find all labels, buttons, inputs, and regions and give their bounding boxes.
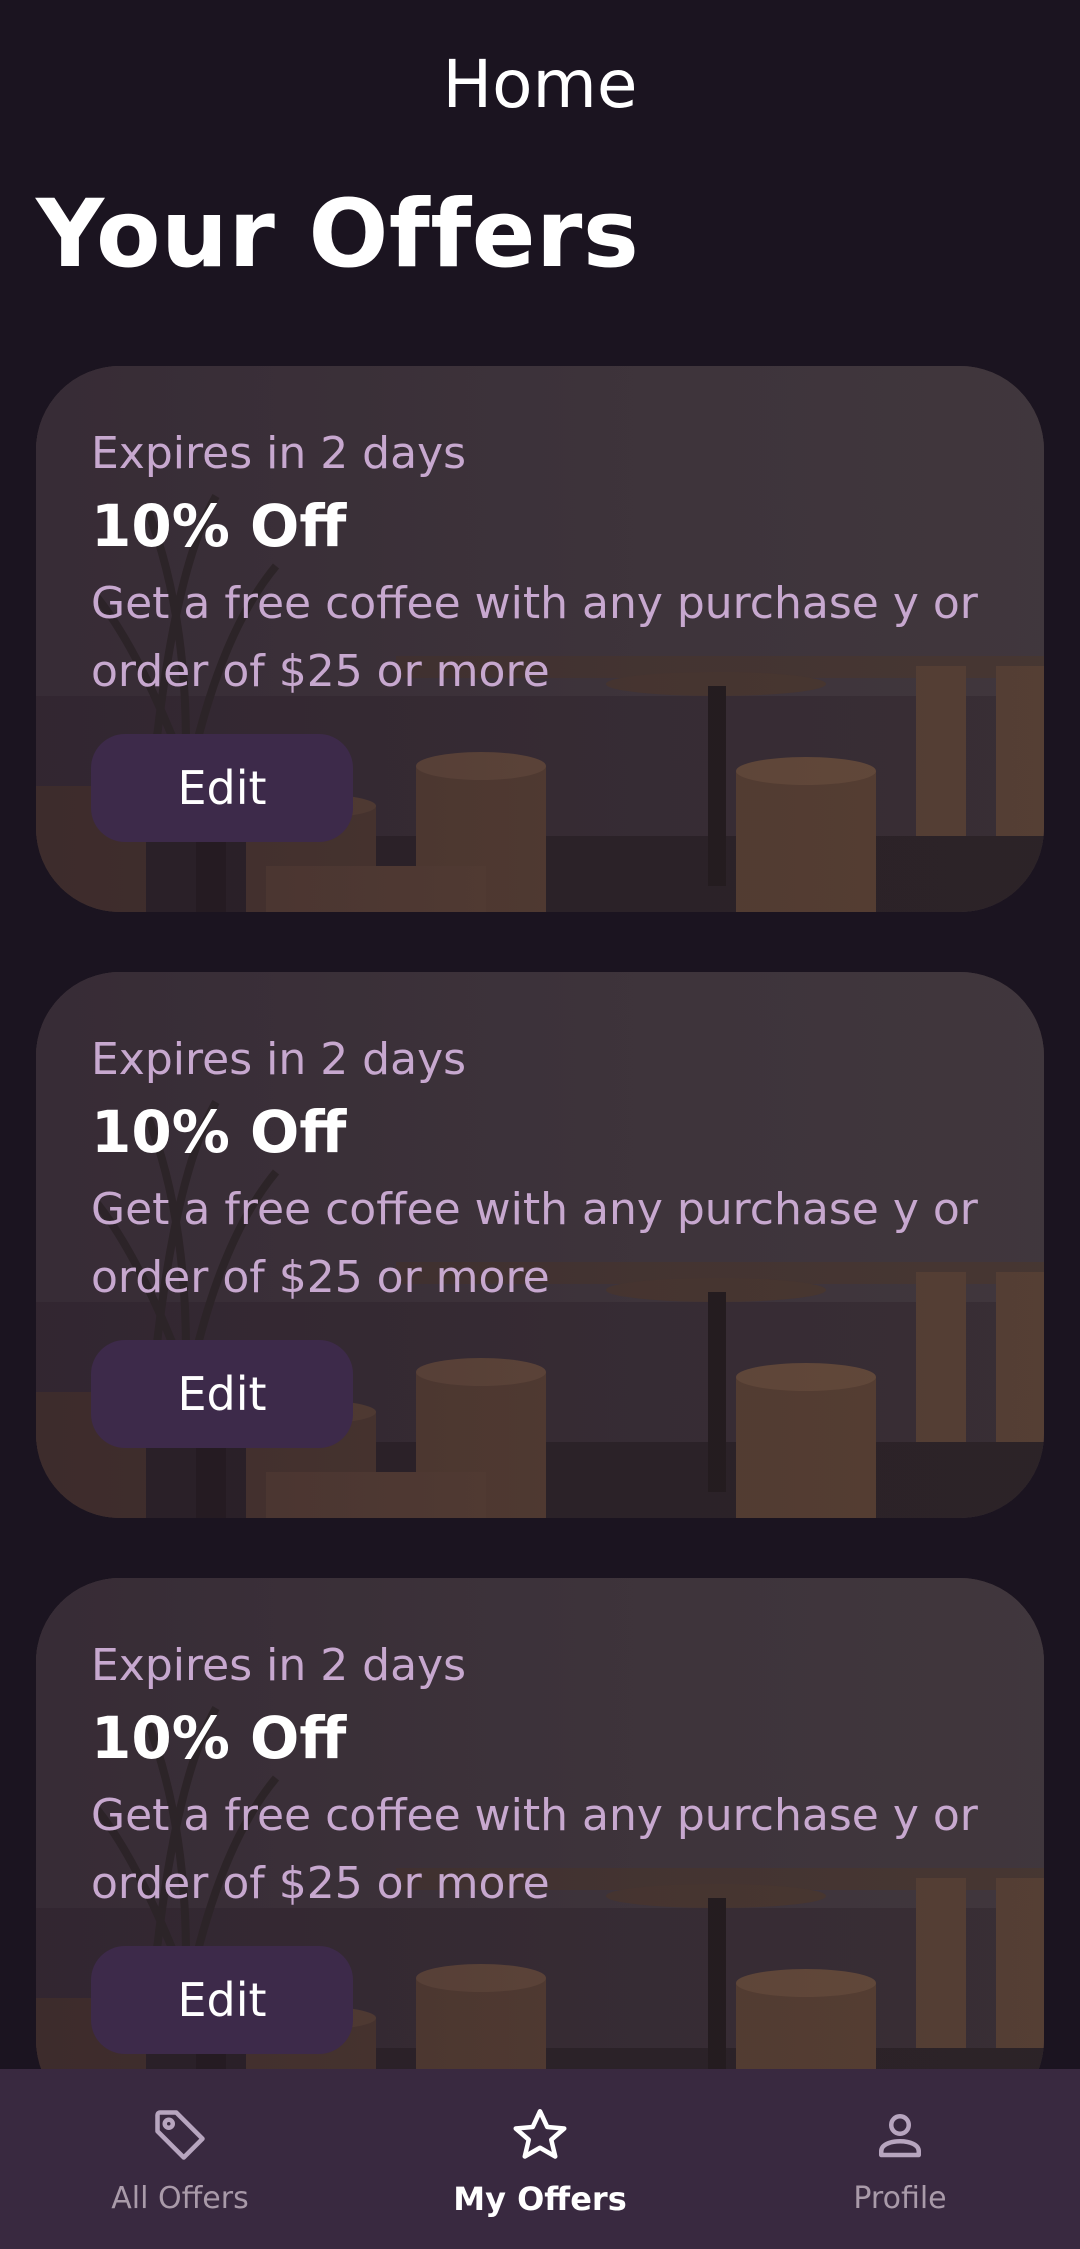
- offer-text: Expires in 2 days 10% Off Get a free cof…: [91, 426, 1011, 706]
- nav-item-profile[interactable]: Profile: [720, 2069, 1080, 2249]
- nav-item-all-offers[interactable]: All Offers: [0, 2069, 360, 2249]
- offer-description: Get a free coffee with any purchase y or…: [91, 1790, 978, 1909]
- edit-button[interactable]: Edit: [91, 734, 353, 842]
- offer-expiry: Expires in 2 days: [91, 1640, 467, 1691]
- offers-list: Expires in 2 days 10% Off Get a free cof…: [36, 366, 1044, 2184]
- nav-label-my-offers: My Offers: [453, 2180, 627, 2218]
- offer-card[interactable]: Expires in 2 days 10% Off Get a free cof…: [36, 366, 1044, 912]
- app-bar-title: Home: [442, 46, 638, 123]
- offer-description: Get a free coffee with any purchase y or…: [91, 1184, 978, 1303]
- offer-card[interactable]: Expires in 2 days 10% Off Get a free cof…: [36, 972, 1044, 1518]
- tag-icon: [155, 2110, 205, 2160]
- offer-title: 10% Off: [91, 1098, 347, 1166]
- bottom-navigation: All Offers My Offers Profile: [0, 2069, 1080, 2249]
- offer-text: Expires in 2 days 10% Off Get a free cof…: [91, 1032, 1011, 1312]
- nav-item-my-offers[interactable]: My Offers: [360, 2069, 720, 2249]
- person-icon: [879, 2114, 921, 2158]
- offer-text: Expires in 2 days 10% Off Get a free cof…: [91, 1638, 1011, 1918]
- offer-card[interactable]: Expires in 2 days 10% Off Get a free cof…: [36, 1578, 1044, 2124]
- edit-button[interactable]: Edit: [91, 1340, 353, 1448]
- nav-label-profile: Profile: [853, 2181, 947, 2216]
- edit-button[interactable]: Edit: [91, 1946, 353, 2054]
- section-title: Your Offers: [36, 180, 640, 289]
- offer-description: Get a free coffee with any purchase y or…: [91, 578, 978, 697]
- offer-title: 10% Off: [91, 492, 347, 560]
- offer-expiry: Expires in 2 days: [91, 1034, 467, 1085]
- offer-expiry: Expires in 2 days: [91, 428, 467, 479]
- home-screen: Home Your Offers Expires in 2 days 10% O…: [0, 0, 1080, 2249]
- star-icon: [513, 2109, 567, 2159]
- nav-label-all-offers: All Offers: [111, 2181, 249, 2216]
- offer-title: 10% Off: [91, 1704, 347, 1772]
